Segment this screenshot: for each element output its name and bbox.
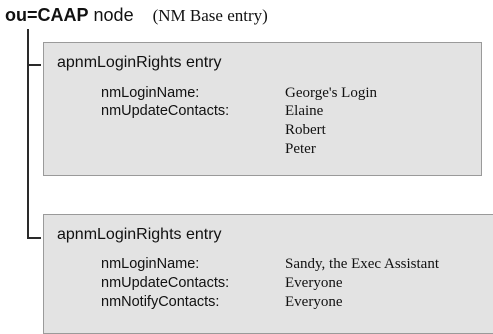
entry-2-attr-value: Sandy, the Exec Assistant [285, 256, 440, 272]
entry-1-attr-name: nmLoginName: [101, 85, 200, 101]
entry-2-attr-value: Everyone [285, 275, 343, 291]
entry-2-attr-name: nmLoginName: [101, 256, 200, 272]
root-node-title: ou=CAAP node (NM Base entry) [5, 5, 268, 26]
entry-2-attr-name: nmUpdateContacts: [101, 275, 230, 291]
entry-1-title: apnmLoginRights entry [57, 54, 222, 71]
tree-trunk-line [27, 29, 29, 239]
entry-2-attr-name: nmNotifyContacts: [101, 294, 220, 310]
entry-1-attr-value: Elaine [285, 103, 324, 119]
entry-1-attr-value: Robert [285, 122, 326, 138]
entry-2-title: apnmLoginRights entry [57, 226, 222, 243]
root-node-note: (NM Base entry) [152, 6, 268, 25]
root-ou-label: ou=CAAP [5, 5, 89, 25]
entry-2-attr-value: Everyone [285, 294, 343, 310]
tree-branch-1-line [27, 64, 41, 66]
entry-1-attr-name: nmUpdateContacts: [101, 103, 230, 119]
entry-1-attr-value: Peter [285, 141, 316, 157]
tree-branch-2-line [27, 237, 41, 239]
root-node-label: node [93, 5, 134, 25]
entry-1-attr-value: George's Login [285, 85, 377, 101]
